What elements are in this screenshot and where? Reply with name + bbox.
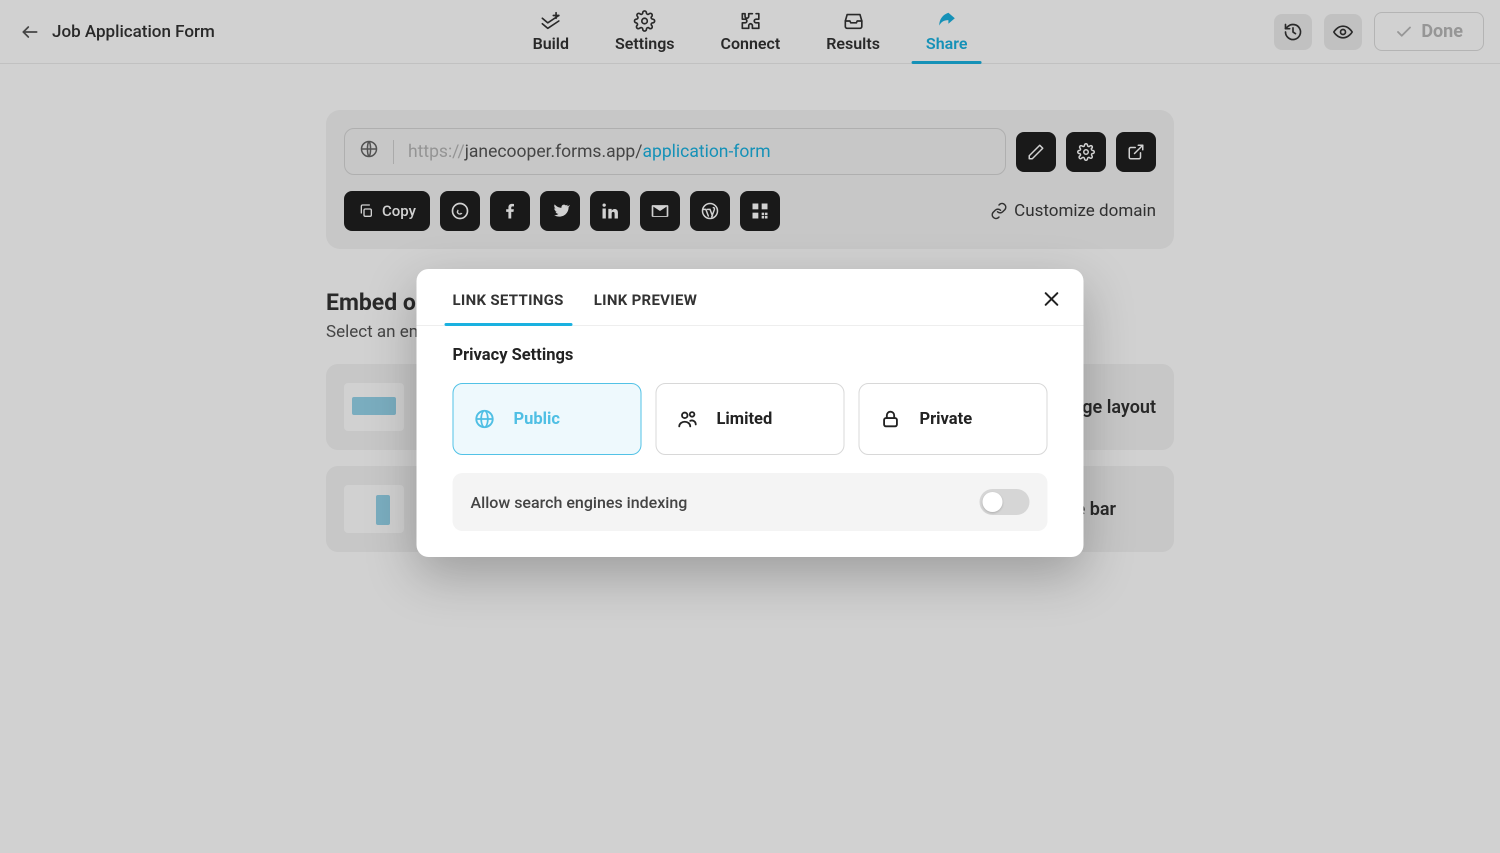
modal-close-button[interactable] [1040,287,1064,311]
modal-tab-link-preview[interactable]: LINK PREVIEW [594,269,697,325]
toggle-knob [983,492,1003,512]
close-icon [1042,289,1062,309]
globe-icon [474,408,496,430]
privacy-public-label: Public [514,410,561,429]
privacy-option-private[interactable]: Private [859,383,1048,455]
modal-tab-link-settings[interactable]: LINK SETTINGS [453,269,564,325]
lock-icon [880,408,902,430]
link-settings-modal: LINK SETTINGS LINK PREVIEW Privacy Setti… [417,269,1084,557]
privacy-settings-title: Privacy Settings [453,346,1048,365]
privacy-option-limited[interactable]: Limited [656,383,845,455]
indexing-toggle-label: Allow search engines indexing [471,493,688,512]
privacy-option-public[interactable]: Public [453,383,642,455]
indexing-toggle-row: Allow search engines indexing [453,473,1048,531]
privacy-options: Public Limited Private [453,383,1048,455]
modal-tabs: LINK SETTINGS LINK PREVIEW [417,269,1084,326]
indexing-toggle[interactable] [980,489,1030,515]
users-icon [677,408,699,430]
privacy-private-label: Private [920,410,973,429]
privacy-limited-label: Limited [717,410,773,429]
